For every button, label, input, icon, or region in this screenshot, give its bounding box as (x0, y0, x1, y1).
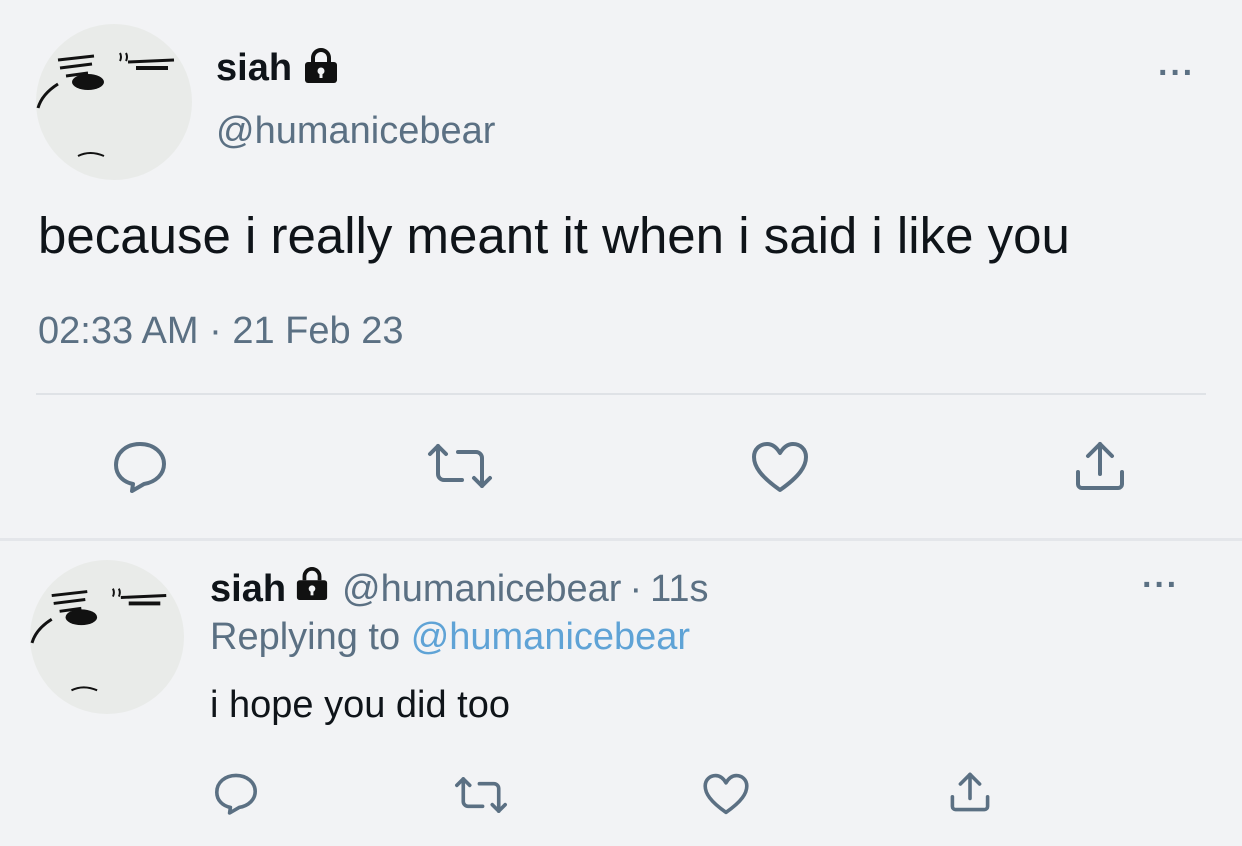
lock-icon (302, 47, 340, 89)
reply-icon (114, 442, 166, 493)
display-name-row: siah (216, 42, 340, 94)
reply-header-row: siah @humanicebear · 11s (210, 564, 709, 614)
share-button[interactable] (1070, 436, 1130, 496)
tweet-time: 02:33 AM (38, 310, 199, 352)
reply-handle[interactable]: @humanicebear (342, 568, 621, 611)
heart-icon (752, 442, 808, 492)
handle[interactable]: @humanicebear (216, 110, 495, 153)
reply-icon (215, 773, 257, 815)
reply-more-button[interactable]: ··· (1142, 566, 1179, 605)
reply-display-name[interactable]: siah (210, 568, 286, 611)
more-button[interactable]: ··· (1158, 54, 1195, 93)
reply-separator: · (629, 567, 643, 610)
tweet-date: 21 Feb 23 (232, 310, 404, 352)
section-divider (0, 538, 1242, 541)
retweet-icon (428, 444, 492, 488)
avatar-face-image (30, 588, 167, 692)
share-icon (1076, 442, 1124, 490)
reply-retweet-button[interactable] (452, 774, 510, 816)
reply-share-button[interactable] (946, 768, 994, 816)
replying-to-link[interactable]: @humanicebear (411, 616, 690, 658)
reply-avatar[interactable] (30, 560, 184, 714)
tweet-text: because i really meant it when i said i … (38, 207, 1070, 264)
divider (36, 393, 1206, 395)
reply-age[interactable]: 11s (650, 568, 708, 611)
reply-reply-button[interactable] (212, 770, 260, 816)
tweet-timestamp[interactable]: 02:33 AM · 21 Feb 23 (38, 310, 403, 353)
replying-to: Replying to @humanicebear (210, 616, 690, 659)
lock-icon (294, 567, 330, 611)
share-icon (950, 772, 990, 812)
heart-icon (703, 773, 749, 815)
replying-to-label: Replying to (210, 616, 401, 658)
avatar[interactable] (36, 24, 192, 180)
avatar-face-image (36, 52, 175, 157)
retweet-icon (455, 777, 507, 813)
reply-text: i hope you did too (210, 684, 511, 726)
retweet-button[interactable] (424, 440, 496, 492)
reply-button[interactable] (110, 438, 170, 494)
timestamp-separator: · (209, 310, 222, 352)
display-name[interactable]: siah (216, 47, 292, 90)
like-button[interactable] (750, 440, 810, 494)
reply-like-button[interactable] (702, 772, 750, 816)
